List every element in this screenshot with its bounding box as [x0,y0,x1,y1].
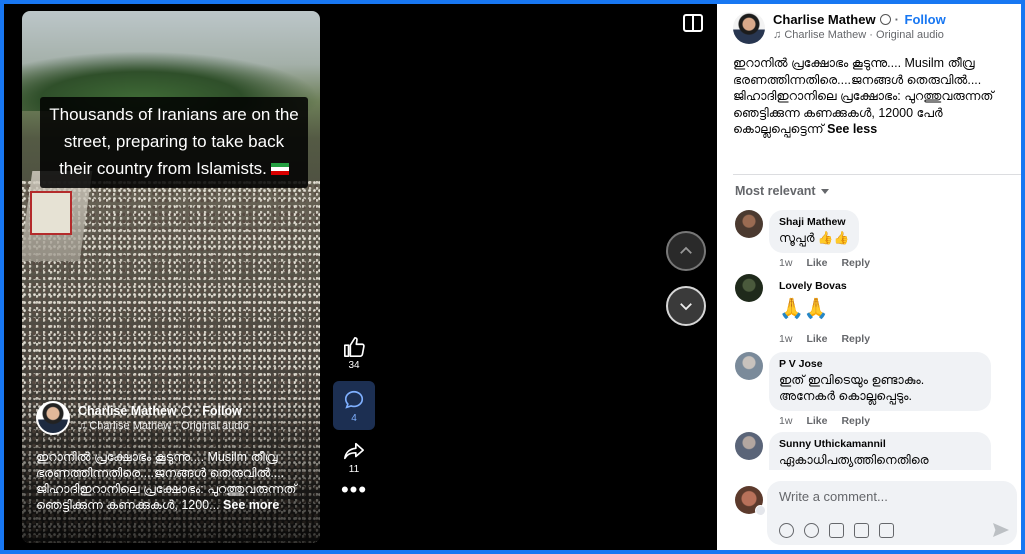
share-count: 11 [348,464,360,475]
reel-viewer: Thousands of Iranians are on the street,… [4,4,1021,550]
commenter-name[interactable]: Sunny Uthickamannil [779,438,981,450]
see-more-link[interactable]: See more [223,498,279,512]
comment-bubble: Lovely Bovas 🙏🙏 [769,274,857,329]
share-button[interactable]: 11 [334,440,374,475]
follow-button[interactable]: Follow [202,404,242,418]
gif-icon[interactable] [854,523,869,538]
commenter-name[interactable]: Shaji Mathew [779,216,849,228]
comment-icon [344,390,364,409]
see-less-link[interactable]: See less [827,122,877,136]
comment-item: P V Jose ഇത് ഇവിടെയും ഉണ്ടാകും. അനേകർ കൊ… [735,352,991,427]
comment-time[interactable]: 1w [779,415,792,427]
emoji-icon[interactable] [804,523,819,538]
comment-bubble: P V Jose ഇത് ഇവിടെയും ഉണ്ടാകും. അനേകർ കൊ… [769,352,991,411]
chevron-up-icon [680,246,692,254]
sticker-icon[interactable] [879,523,894,538]
original-audio-link[interactable]: Charlise Mathew · Original audio [89,420,249,432]
sort-label: Most relevant [735,184,816,198]
comment-text: ഏകാധിപത്യത്തിനെതിരെ പൊരുതുന്ന ജനങ്ങൾ [779,453,929,470]
video-player[interactable]: Thousands of Iranians are on the street,… [22,11,320,543]
comment-meta: 1w Like Reply [779,257,884,269]
avatar[interactable] [735,210,763,238]
globe-icon [180,406,191,416]
comment-count: 4 [351,413,357,424]
comment-box[interactable] [767,481,1017,545]
overlay-caption-text: Thousands of Iranians are on the street,… [49,105,299,178]
share-icon [344,442,364,460]
more-options-button[interactable]: ••• [334,479,374,501]
next-video-button[interactable] [666,286,706,326]
comment-bubble: Sunny Uthickamannil ഏകാധിപത്യത്തിനെതിരെ … [769,432,991,470]
comment-bubble: Shaji Mathew സൂപ്പർ 👍👍 [769,210,860,253]
comment-sort-dropdown[interactable]: Most relevant [735,184,829,198]
video-post-text: ഇറാനിൽ പ്രക്ഷോഭം കൂടുന്നു.... Musilm തീവ… [36,449,314,513]
iran-flag-icon [270,163,289,175]
action-rail: 34 4 11 ••• [333,336,375,501]
comment-composer [717,476,1021,550]
avatar[interactable] [735,432,763,460]
music-note-icon: ♫ [773,29,785,41]
camera-icon[interactable] [829,523,844,538]
previous-video-button[interactable] [666,231,706,271]
comment-text: സൂപ്പർ 👍👍 [779,231,850,245]
chevron-down-icon[interactable] [755,505,766,516]
commenter-name[interactable]: Lovely Bovas [779,280,847,292]
like-count: 34 [348,360,360,371]
comment-like-button[interactable]: Like [806,415,827,427]
dot-separator: · [894,12,903,27]
divider [733,174,1021,175]
comment-meta: 1w Like Reply [779,415,991,427]
avatar[interactable] [735,274,763,302]
comment-reply-button[interactable]: Reply [841,333,870,345]
music-note-icon: ♫ [78,420,90,432]
comment-item: Lovely Bovas 🙏🙏 1w Like Reply [735,274,884,345]
author-name[interactable]: Charlise Mathew [78,404,177,418]
comment-like-button[interactable]: Like [806,333,827,345]
author-name[interactable]: Charlise Mathew [773,12,876,27]
toggle-panel-icon[interactable] [683,14,703,32]
comment-time[interactable]: 1w [779,333,792,345]
avatar[interactable] [733,12,765,44]
comment-reply-button[interactable]: Reply [841,257,870,269]
video-author: Charlise Mathew · Follow ♫ Charlise Math… [36,401,249,435]
comment-meta: 1w Like Reply [779,333,884,345]
comment-like-button[interactable]: Like [806,257,827,269]
comment-reply-button[interactable]: Reply [841,415,870,427]
comment-input[interactable] [779,489,999,504]
commenter-name[interactable]: P V Jose [779,358,981,370]
globe-icon [879,14,891,25]
thumbs-up-icon [344,337,365,357]
follow-button[interactable]: Follow [905,12,946,27]
post-header: Charlise Mathew · Follow ♫ Charlise Math… [717,4,1021,44]
like-button[interactable]: 34 [334,336,374,371]
comment-item: Shaji Mathew സൂപ്പർ 👍👍 1w Like Reply [735,210,884,269]
comment-list: Shaji Mathew സൂപ്പർ 👍👍 1w Like Reply Lovel… [717,202,1021,470]
comment-button[interactable]: 4 [333,381,375,430]
comment-text: ഇത് ഇവിടെയും ഉണ്ടാകും. അനേകർ കൊല്ലപ്പെടു… [779,373,925,403]
dot-separator: · [194,404,203,418]
avatar[interactable] [735,352,763,380]
comment-time[interactable]: 1w [779,257,792,269]
original-audio-link[interactable]: Charlise Mathew · Original audio [784,29,944,41]
comment-text: 🙏🙏 [779,298,829,320]
avatar-sticker-icon[interactable] [779,523,794,538]
chevron-down-icon [680,303,692,311]
post-panel: Charlise Mathew · Follow ♫ Charlise Math… [717,4,1021,550]
avatar[interactable] [735,486,766,516]
video-overlay-caption: Thousands of Iranians are on the street,… [40,97,308,188]
video-billboard [30,191,72,235]
comment-item: Sunny Uthickamannil ഏകാധിപത്യത്തിനെതിരെ … [735,432,991,470]
send-icon[interactable] [993,523,1009,537]
caret-down-icon [820,189,829,194]
post-description: ഇറാനിൽ പ്രക്ഷോഭം കൂടുന്നു.... Musilm തീവ… [717,44,1021,138]
avatar[interactable] [36,401,70,435]
